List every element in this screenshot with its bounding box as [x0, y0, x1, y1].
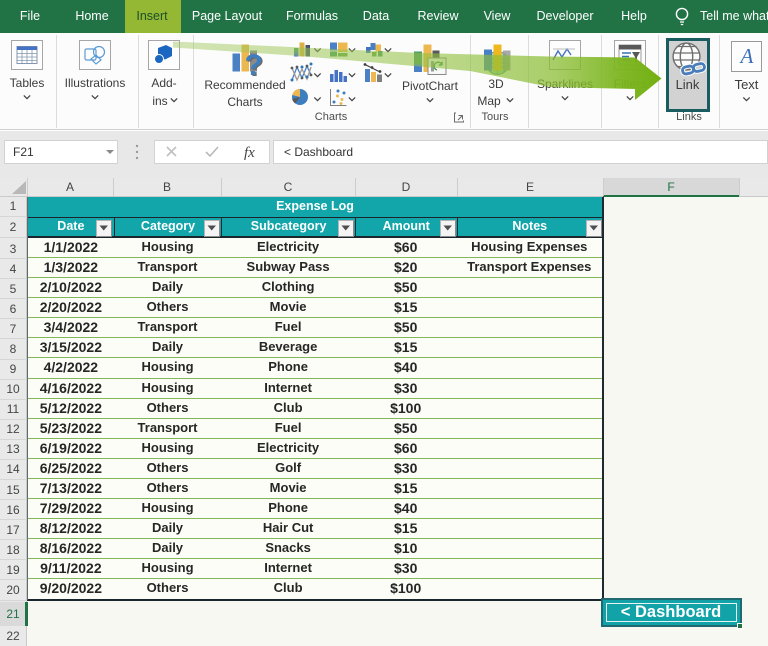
svg-text:A: A [739, 44, 754, 68]
svg-text:fx: fx [244, 145, 255, 161]
svg-text:?: ? [245, 49, 263, 82]
